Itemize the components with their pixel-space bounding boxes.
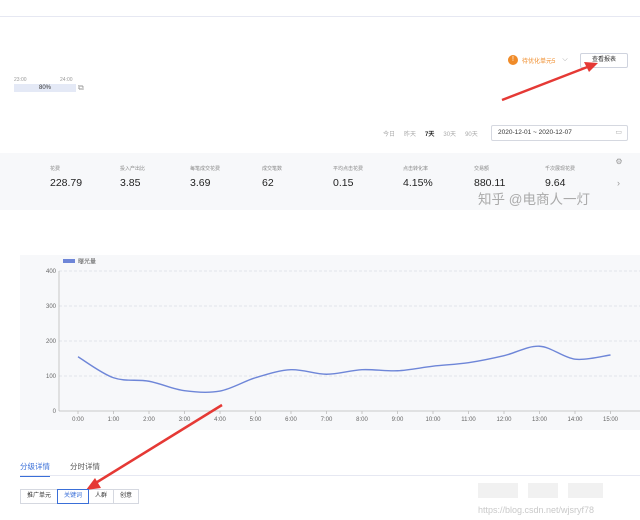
legend-label: 曝光量 [78,258,96,266]
sub-tab[interactable]: 创意 [113,489,140,504]
metric-value: 62 [262,177,274,189]
warning-icon: ! [508,55,518,65]
x-tick-label: 8:00 [356,417,368,423]
range-tab[interactable]: 30天 [443,129,456,138]
series-line [77,345,611,394]
annotation-arrow-to-report [501,64,591,102]
blog-watermark: https://blog.csdn.net/wjsryf78 [478,505,595,515]
x-tick-label: 10:00 [425,417,441,423]
y-tick-label: 200 [46,339,57,345]
schedule-end-time: 24:00 [60,77,73,83]
top-divider [0,16,640,17]
x-tick-label: 7:00 [321,417,333,423]
sub-tab[interactable]: 关键词 [57,489,90,504]
metric-card[interactable]: 每笔成交花费 3.69 [190,165,220,189]
sub-tab[interactable]: 推广单元 [20,489,59,504]
metric-value: 3.85 [120,177,141,189]
metric-value: 228.79 [50,177,83,189]
y-tick-label: 0 [53,409,57,415]
schedule-percent-bar[interactable]: 80% [14,84,76,92]
metric-card[interactable]: 平均点击花费 0.15 [333,165,363,189]
metric-label: 千次展现花费 [545,166,576,172]
metric-label: 成交笔数 [262,166,283,172]
blurred-area [528,483,558,498]
impressions-chart: 0 100 200 300 400 0:00 1:00 2:00 3:00 4:00 5:00 6:0… [20,255,640,430]
y-tick-label: 400 [46,269,57,275]
sub-tab[interactable]: 人群 [88,489,115,504]
metric-card[interactable]: 点击转化率 4.15% [403,165,433,189]
metric-label: 投入产出比 [120,166,146,172]
x-tick-label: 0:00 [72,417,84,423]
metric-value: 0.15 [333,177,354,189]
x-tick-label: 15:00 [603,417,619,423]
calendar-icon: ▭ [615,129,622,136]
x-tick-label: 14:00 [567,417,583,423]
report-page: 23:00 24:00 80% ⧉ ! 待优化单元5 ⌵ 查看报表 今日 昨天 7天… [0,0,640,520]
sub-tabs: 推广单元 关键词 人群 创意 [20,489,140,504]
settings-icon[interactable]: ⚙ [614,157,624,167]
x-tick-label: 9:00 [392,417,404,423]
pending-optimize-label: 待优化单元5 [522,58,556,65]
metric-card[interactable]: 花费 228.79 [50,165,82,189]
y-tick-label: 100 [46,374,57,380]
x-tick-label: 11:00 [461,417,476,423]
metric-card[interactable]: 投入产出比 3.85 [120,165,145,189]
range-tab[interactable]: 90天 [465,129,478,138]
detail-tab[interactable]: 分级详情 [20,461,50,477]
schedule-start-time: 23:00 [14,77,27,83]
metric-card[interactable]: 交易额 880.11 [474,165,505,189]
range-tab[interactable]: 今日 [383,129,395,138]
detail-tab[interactable]: 分时详情 [70,461,100,472]
date-range-picker[interactable]: 2020-12-01 ~ 2020-12-07 ▭ [491,125,628,141]
x-tick-label: 12:00 [496,417,512,423]
x-tick-label: 2:00 [143,417,155,423]
date-range-value: 2020-12-01 ~ 2020-12-07 [498,129,572,136]
metric-label: 每笔成交花费 [190,166,221,172]
range-tab[interactable]: 7天 [425,129,434,138]
metric-card[interactable]: 成交笔数 62 [262,165,282,189]
watermark: 知乎 @电商人一灯 [478,192,590,207]
x-tick-label: 6:00 [285,417,297,423]
metric-value: 3.69 [190,177,211,189]
metric-label: 平均点击花费 [333,166,364,172]
metric-card[interactable]: 千次展现花费 9.64 [545,165,575,189]
range-tab[interactable]: 昨天 [404,129,416,138]
blurred-area [478,483,518,498]
chart-svg: 0 100 200 300 400 0:00 1:00 2:00 3:00 4:00 5:00 6:0… [46,258,640,423]
metric-value: 4.15% [403,177,433,189]
x-tick-label: 13:00 [532,417,548,423]
metric-label: 花费 [50,166,61,172]
metric-label: 交易额 [474,166,490,172]
chevron-down-icon: ⌵ [562,56,568,63]
date-range-tabs: 今日 昨天 7天 30天 90天 [383,129,478,138]
detail-tabs-divider [20,475,640,476]
x-tick-label: 1:00 [108,417,120,423]
chevron-right-icon[interactable]: › [617,178,620,188]
detail-tabs: 分级详情 分时详情 [20,461,100,477]
blurred-area [568,483,603,498]
metric-label: 点击转化率 [403,166,429,172]
legend-swatch [63,259,75,263]
x-tick-label: 5:00 [250,417,262,423]
view-report-button[interactable]: 查看报表 [580,53,628,68]
x-tick-label: 3:00 [179,417,191,423]
pending-optimize-dropdown[interactable]: ! 待优化单元5 ⌵ [508,54,568,66]
external-link-icon[interactable]: ⧉ [78,83,86,92]
y-tick-label: 300 [46,304,57,310]
x-tick-label: 4:00 [214,417,226,423]
